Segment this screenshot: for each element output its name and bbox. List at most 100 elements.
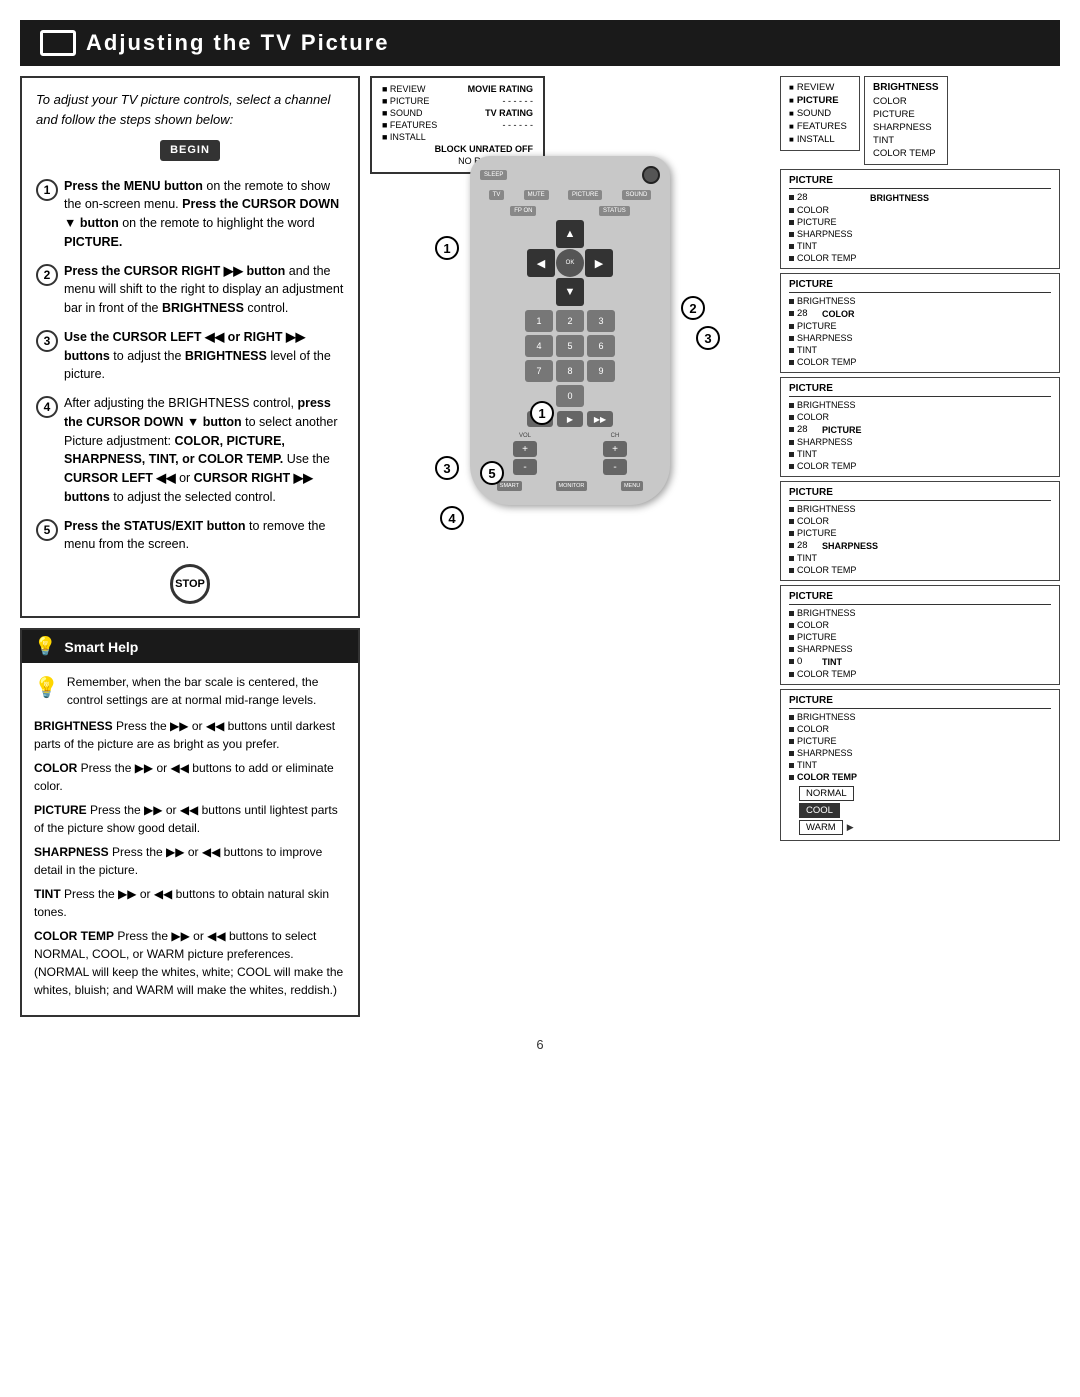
- help-picture: PICTURE Press the ▶▶ or ◀◀ buttons until…: [34, 801, 346, 837]
- btn-1[interactable]: 1: [525, 310, 553, 332]
- help-color-temp: COLOR TEMP Press the ▶▶ or ◀◀ buttons to…: [34, 927, 346, 999]
- menu-sound: SOUND: [797, 108, 831, 119]
- status-btn[interactable]: STATUS: [599, 206, 630, 216]
- page-number: 6: [20, 1037, 1060, 1052]
- cursor-right-btn[interactable]: ▶: [585, 249, 613, 277]
- osd-sharpness-row: 28 SHARPNESS: [789, 540, 1051, 551]
- option-normal[interactable]: NORMAL: [799, 786, 854, 801]
- ch-down-btn[interactable]: -: [603, 459, 627, 475]
- cursor-left-btn[interactable]: ◀: [527, 249, 555, 277]
- osd-color3: COLOR: [797, 412, 829, 422]
- osd-color6: COLOR: [797, 724, 829, 734]
- vol-control: VOL + -: [513, 433, 537, 475]
- osd-sharpness2: SHARPNESS: [797, 333, 853, 343]
- step-1-content: Press the MENU button on the remote to s…: [64, 177, 344, 252]
- option-warm-btn[interactable]: WARM: [799, 820, 843, 835]
- page-header: Adjusting the TV Picture: [20, 20, 1060, 66]
- osd-colortemp4: COLOR TEMP: [797, 565, 856, 575]
- osd-panel-sharpness: PICTURE BRIGHTNESS COLOR PICTURE 28 SHAR…: [780, 481, 1060, 581]
- cursor-down-btn[interactable]: ▼: [556, 278, 584, 306]
- vol-down-btn[interactable]: -: [513, 459, 537, 475]
- step-1-num: 1: [36, 179, 58, 201]
- osd-brightness-label: 28: [797, 192, 867, 203]
- osd-color4: COLOR: [797, 516, 829, 526]
- help-sharpness: SHARPNESS Press the ▶▶ or ◀◀ buttons to …: [34, 843, 346, 879]
- cursor-center-btn[interactable]: OK: [556, 249, 584, 277]
- osd-colortemp5: COLOR TEMP: [797, 669, 856, 679]
- step-3-content: Use the CURSOR LEFT ◀◀ or RIGHT ▶▶ butto…: [64, 328, 344, 384]
- sleep-btn[interactable]: SLEEP: [480, 170, 507, 180]
- step-2-num: 2: [36, 264, 58, 286]
- bottom-btns: SMART MONITOR MENU: [480, 481, 660, 491]
- step-2: 2 Press the CURSOR RIGHT ▶▶ button and t…: [36, 262, 344, 318]
- osd-brightness3: BRIGHTNESS: [797, 400, 856, 410]
- step-5-content: Press the STATUS/EXIT button to remove t…: [64, 517, 344, 555]
- callout-4: 4: [440, 506, 464, 530]
- menu-picture: PICTURE: [797, 95, 839, 106]
- power-btn[interactable]: [642, 166, 660, 184]
- osd-p3-title: PICTURE: [789, 383, 1051, 397]
- option-cool[interactable]: COOL: [799, 803, 840, 818]
- osd-picture4: PICTURE: [797, 528, 837, 538]
- osd-color-label: COLOR: [822, 309, 855, 319]
- osd-colortemp6: COLOR TEMP: [797, 772, 857, 782]
- callout-1: 1: [435, 236, 459, 260]
- monitor-btn[interactable]: MONITOR: [556, 481, 588, 491]
- osd-brightness5: BRIGHTNESS: [797, 608, 856, 618]
- osd-sharpness5: SHARPNESS: [797, 644, 853, 654]
- begin-badge: BEGIN: [160, 140, 220, 161]
- number-pad: 1 2 3 4 5 6 7 8 9 0: [525, 310, 615, 407]
- osd-sharpness3: SHARPNESS: [797, 437, 853, 447]
- osd-panel-colortemp: PICTURE BRIGHTNESS COLOR PICTURE SHARPNE…: [780, 689, 1060, 841]
- vol-up-btn[interactable]: +: [513, 441, 537, 457]
- btn-3[interactable]: 3: [587, 310, 615, 332]
- picture-submenu: BRIGHTNESS COLOR PICTURE SHARPNESS TINT …: [864, 76, 948, 165]
- btn-7[interactable]: 7: [525, 360, 553, 382]
- btn-8[interactable]: 8: [556, 360, 584, 382]
- cursor-pad: ▲ ◀ OK ▶ ▼: [527, 220, 613, 306]
- page-title: Adjusting the TV Picture: [86, 30, 389, 56]
- osd-p2-title: PICTURE: [789, 279, 1051, 293]
- smart-btn[interactable]: SMART: [497, 481, 522, 491]
- osd-tint1: TINT: [797, 241, 817, 251]
- osd-sharpness6: SHARPNESS: [797, 748, 853, 758]
- picture-btn[interactable]: PICTURE: [568, 190, 602, 200]
- sub-color: COLOR: [873, 96, 939, 107]
- btn-0[interactable]: 0: [556, 385, 584, 407]
- osd-picture1: PICTURE: [797, 217, 837, 227]
- play-btn[interactable]: ▶: [557, 411, 583, 427]
- ch-up-btn[interactable]: +: [603, 441, 627, 457]
- callout-1b: 1: [530, 401, 554, 425]
- btn-6[interactable]: 6: [587, 335, 615, 357]
- warm-arrow: ▶: [847, 822, 854, 833]
- playback-row: ◀◀ ▶ ▶▶: [480, 411, 660, 427]
- osd-p1-title: PICTURE: [789, 175, 1051, 189]
- btn-9[interactable]: 9: [587, 360, 615, 382]
- sound-btn[interactable]: SOUND: [622, 190, 652, 200]
- menu-install: INSTALL: [797, 134, 835, 145]
- btn-5[interactable]: 5: [556, 335, 584, 357]
- main-layout: To adjust your TV picture controls, sele…: [20, 76, 1060, 1017]
- callout-5: 5: [480, 461, 504, 485]
- help-brightness: BRIGHTNESS Press the ▶▶ or ◀◀ buttons un…: [34, 717, 346, 753]
- btn-4[interactable]: 4: [525, 335, 553, 357]
- osd-brightness-row: 28 BRIGHTNESS: [789, 192, 1051, 203]
- fwd-btn[interactable]: ▶▶: [587, 411, 613, 427]
- remember-text: 💡 Remember, when the bar scale is center…: [34, 673, 346, 709]
- osd-sharpness1: SHARPNESS: [797, 229, 853, 239]
- vol-label: VOL: [519, 433, 531, 439]
- step-3-num: 3: [36, 330, 58, 352]
- smart-help-header: 💡 Smart Help: [22, 630, 358, 663]
- btn-2[interactable]: 2: [556, 310, 584, 332]
- tv-btn[interactable]: TV: [489, 190, 505, 200]
- mute-btn[interactable]: MUTE: [524, 190, 549, 200]
- osd-tint-row: 0 TINT: [789, 656, 1051, 667]
- sub-tint: TINT: [873, 135, 939, 146]
- menu-btn[interactable]: MENU: [621, 481, 643, 491]
- osd-p6-title: PICTURE: [789, 695, 1051, 709]
- main-menu-panel: ■REVIEW ■PICTURE ■SOUND ■FEATURES ■INSTA…: [780, 76, 860, 151]
- osd-picture-label: PICTURE: [822, 425, 862, 435]
- fp-on-btn[interactable]: FP ON: [510, 206, 536, 216]
- cursor-up-btn[interactable]: ▲: [556, 220, 584, 248]
- osd-sharpness-val: 28: [797, 540, 819, 551]
